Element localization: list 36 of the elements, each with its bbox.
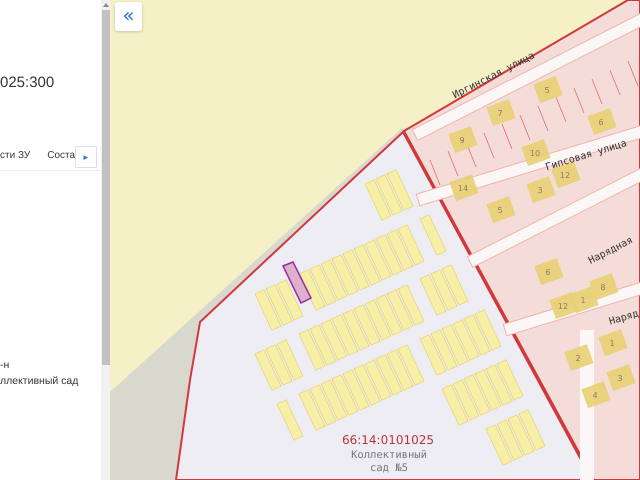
parcel-number: 66:14:0101025 bbox=[342, 433, 434, 447]
address-text: -н bbox=[0, 358, 10, 373]
house-number: 1 bbox=[609, 339, 615, 348]
scrollbar-thumb[interactable] bbox=[102, 10, 110, 365]
house-number: 5 bbox=[544, 86, 550, 95]
selected-plot[interactable] bbox=[282, 261, 312, 304]
house-number: 5 bbox=[497, 206, 503, 215]
house-number: 3 bbox=[537, 186, 543, 195]
house-number: 12 bbox=[558, 302, 568, 311]
collapse-panel-button[interactable]: « bbox=[115, 2, 142, 31]
street-name: Наряд bbox=[608, 308, 640, 328]
house-number: 9 bbox=[459, 136, 465, 145]
tab[interactable]: сти ЗУ bbox=[0, 150, 30, 160]
garden-plot[interactable] bbox=[276, 279, 304, 321]
tab-scroll-button[interactable]: ▸ bbox=[75, 146, 97, 168]
house-number: 14 bbox=[458, 184, 468, 193]
house-number: 6 bbox=[598, 118, 604, 127]
address-text: ллективный сад bbox=[0, 374, 78, 389]
scrollbar[interactable] bbox=[101, 0, 110, 480]
house bbox=[549, 292, 579, 320]
house-number: 8 bbox=[600, 283, 606, 292]
area-name: сад №5 bbox=[370, 462, 408, 474]
house-number: 7 bbox=[497, 109, 503, 118]
house bbox=[448, 126, 478, 154]
tab[interactable]: Соста bbox=[47, 150, 76, 160]
house-number: 4 bbox=[592, 391, 598, 400]
house-number: 3 bbox=[617, 374, 623, 383]
area-name: Коллективный bbox=[351, 449, 427, 461]
house bbox=[533, 76, 563, 104]
house-number: 2 bbox=[575, 354, 581, 363]
cadastral-number-title: 025:300 bbox=[0, 74, 54, 91]
house-number: 1 bbox=[580, 296, 586, 305]
house-number: 6 bbox=[545, 268, 551, 277]
house-number: 10 bbox=[530, 149, 540, 158]
garden-plot[interactable] bbox=[298, 269, 326, 311]
house-number: 12 bbox=[560, 171, 570, 180]
